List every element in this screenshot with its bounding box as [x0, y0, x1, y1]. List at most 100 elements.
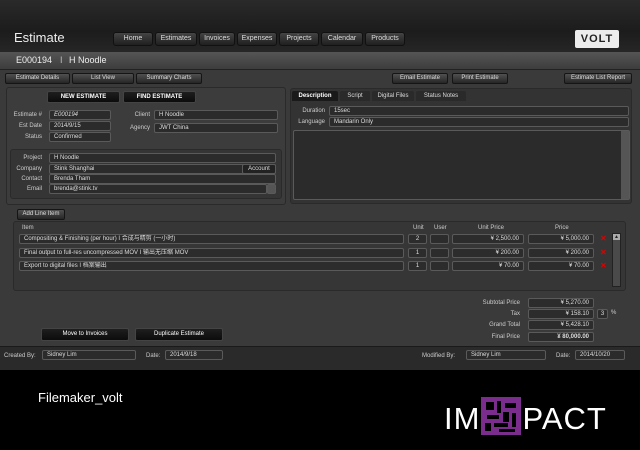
impact-mark-icon	[481, 397, 522, 435]
line-items-scrollbar[interactable]: ▲	[612, 233, 621, 287]
impact-logo: IM PACT	[444, 397, 607, 436]
delete-row-icon[interactable]: ✕	[600, 235, 608, 243]
final-price-label: Final Price	[491, 334, 520, 340]
line-item-unit[interactable]: 1	[408, 248, 427, 258]
new-estimate-button[interactable]: NEW ESTIMATE	[47, 91, 120, 103]
line-item-user[interactable]	[430, 234, 449, 244]
line-item-unit-price[interactable]: ¥ 2,500.00	[452, 234, 524, 244]
modified-date-field: 2014/10/20	[575, 350, 625, 360]
line-item-price: ¥ 70.00	[528, 261, 594, 271]
created-date-field: 2014/9/18	[165, 350, 223, 360]
status-label: Status	[24, 134, 42, 140]
nav-invoices[interactable]: Invoices	[199, 32, 235, 46]
record-header: E000194 I H Noodle	[0, 52, 640, 70]
email-estimate-button[interactable]: Email Estimate	[392, 73, 448, 84]
user-header: User	[434, 225, 447, 231]
find-estimate-button[interactable]: FIND ESTIMATE	[123, 91, 196, 103]
description-scrollbar[interactable]	[621, 131, 629, 199]
email-dropdown[interactable]	[267, 184, 276, 194]
caption-text: Filemaker_volt	[38, 390, 123, 405]
header-separator: I	[60, 55, 63, 65]
created-date-label: Date:	[146, 353, 161, 359]
line-item-description[interactable]: Compositing & Finishing (per hour) I 合成与…	[19, 234, 404, 244]
line-item-unit-price[interactable]: ¥ 200.00	[452, 248, 524, 258]
line-item-price: ¥ 5,000.00	[528, 234, 594, 244]
contact-field[interactable]: Brenda Tham	[49, 174, 276, 184]
tab-description[interactable]: Description	[292, 91, 338, 101]
estimate-no-field[interactable]: E000194	[49, 110, 111, 120]
line-item-unit[interactable]: 2	[408, 234, 427, 244]
description-textarea[interactable]	[293, 130, 630, 200]
modified-date-label: Date:	[556, 353, 571, 359]
nav-estimates[interactable]: Estimates	[155, 32, 197, 46]
agency-field[interactable]: JWT China	[154, 123, 278, 133]
est-date-label: Est Date	[18, 123, 42, 129]
list-view-button[interactable]: List View	[72, 73, 134, 84]
header-client-name: H Noodle	[69, 55, 107, 65]
status-field[interactable]: Confirmed	[49, 132, 111, 142]
line-item-unit-price[interactable]: ¥ 70.00	[452, 261, 524, 271]
line-item-user[interactable]	[430, 248, 449, 258]
price-header: Price	[555, 225, 569, 231]
nav-products[interactable]: Products	[365, 32, 405, 46]
estimate-no-label: Estimate #	[13, 112, 42, 118]
move-to-invoices-button[interactable]: Move to Invoices	[41, 328, 129, 341]
nav-projects[interactable]: Projects	[279, 32, 319, 46]
line-item-description[interactable]: Final output to full-res uncompressed MO…	[19, 248, 404, 258]
add-line-item-button[interactable]: Add Line Item	[17, 209, 65, 220]
tab-digital-files[interactable]: Digital Files	[372, 91, 414, 101]
print-estimate-button[interactable]: Print Estimate	[452, 73, 508, 84]
logo-text: VOLT	[580, 33, 614, 45]
delete-row-icon[interactable]: ✕	[600, 249, 608, 257]
delete-row-icon[interactable]: ✕	[600, 262, 608, 270]
subtotal-label: Subtotal Price	[482, 300, 520, 306]
tab-status-notes[interactable]: Status Notes	[416, 91, 466, 101]
language-label: Language	[298, 119, 325, 125]
nav-home[interactable]: Home	[113, 32, 153, 46]
line-item-description[interactable]: Export to digital files I 档案输出	[19, 261, 404, 271]
final-price-field[interactable]: ¥ 80,000.00	[528, 332, 594, 342]
top-bar: Estimate Home Estimates Invoices Expense…	[0, 0, 640, 52]
language-field[interactable]: Mandarin Only	[329, 117, 629, 127]
contact-label: Contact	[21, 176, 42, 182]
line-item-user[interactable]	[430, 261, 449, 271]
grand-total-field: ¥ 5,428.10	[528, 320, 594, 330]
unit-header: Unit	[413, 225, 424, 231]
duration-label: Duration	[302, 108, 325, 114]
duplicate-estimate-button[interactable]: Duplicate Estimate	[135, 328, 223, 341]
grand-total-label: Grand Total	[489, 322, 520, 328]
impact-logo-right: PACT	[522, 401, 607, 436]
volt-logo: VOLT	[575, 30, 619, 48]
tax-field: ¥ 158.10	[528, 309, 594, 319]
project-label: Project	[23, 155, 42, 161]
summary-charts-button[interactable]: Summary Charts	[136, 73, 202, 84]
impact-logo-left: IM	[444, 401, 481, 436]
est-date-field[interactable]: 2014/9/15	[49, 121, 111, 131]
duration-field[interactable]: 15sec	[329, 106, 629, 116]
unit-price-header: Unit Price	[478, 225, 505, 231]
project-field[interactable]: H Noodle	[49, 153, 276, 163]
created-by-field: Sidney Lim	[42, 350, 136, 360]
account-button[interactable]: Account	[242, 164, 276, 174]
tax-rate-field[interactable]: 3	[597, 309, 608, 319]
nav-expenses[interactable]: Expenses	[237, 32, 277, 46]
modified-by-field: Sidney Lim	[466, 350, 546, 360]
scroll-up-icon[interactable]: ▲	[613, 234, 620, 240]
line-item-unit[interactable]: 1	[408, 261, 427, 271]
modified-by-label: Modified By:	[422, 353, 456, 359]
created-by-label: Created By:	[4, 353, 36, 359]
tax-percent: %	[611, 310, 617, 316]
tab-script[interactable]: Script	[340, 91, 370, 101]
item-header: Item	[22, 225, 34, 231]
nav-calendar[interactable]: Calendar	[321, 32, 363, 46]
client-label: Client	[134, 112, 150, 118]
estimate-id: E000194	[16, 55, 53, 65]
email-field[interactable]: brenda@stink.tv	[49, 184, 267, 194]
client-field[interactable]: H Noodle	[154, 110, 278, 120]
app-window: Estimate Home Estimates Invoices Expense…	[0, 0, 640, 370]
estimate-details-button[interactable]: Estimate Details	[5, 73, 70, 84]
company-label: Company	[16, 166, 42, 172]
window-title: Estimate	[14, 30, 65, 45]
email-label: Email	[26, 186, 42, 192]
estimate-list-report-button[interactable]: Estimate List Report	[564, 73, 632, 84]
